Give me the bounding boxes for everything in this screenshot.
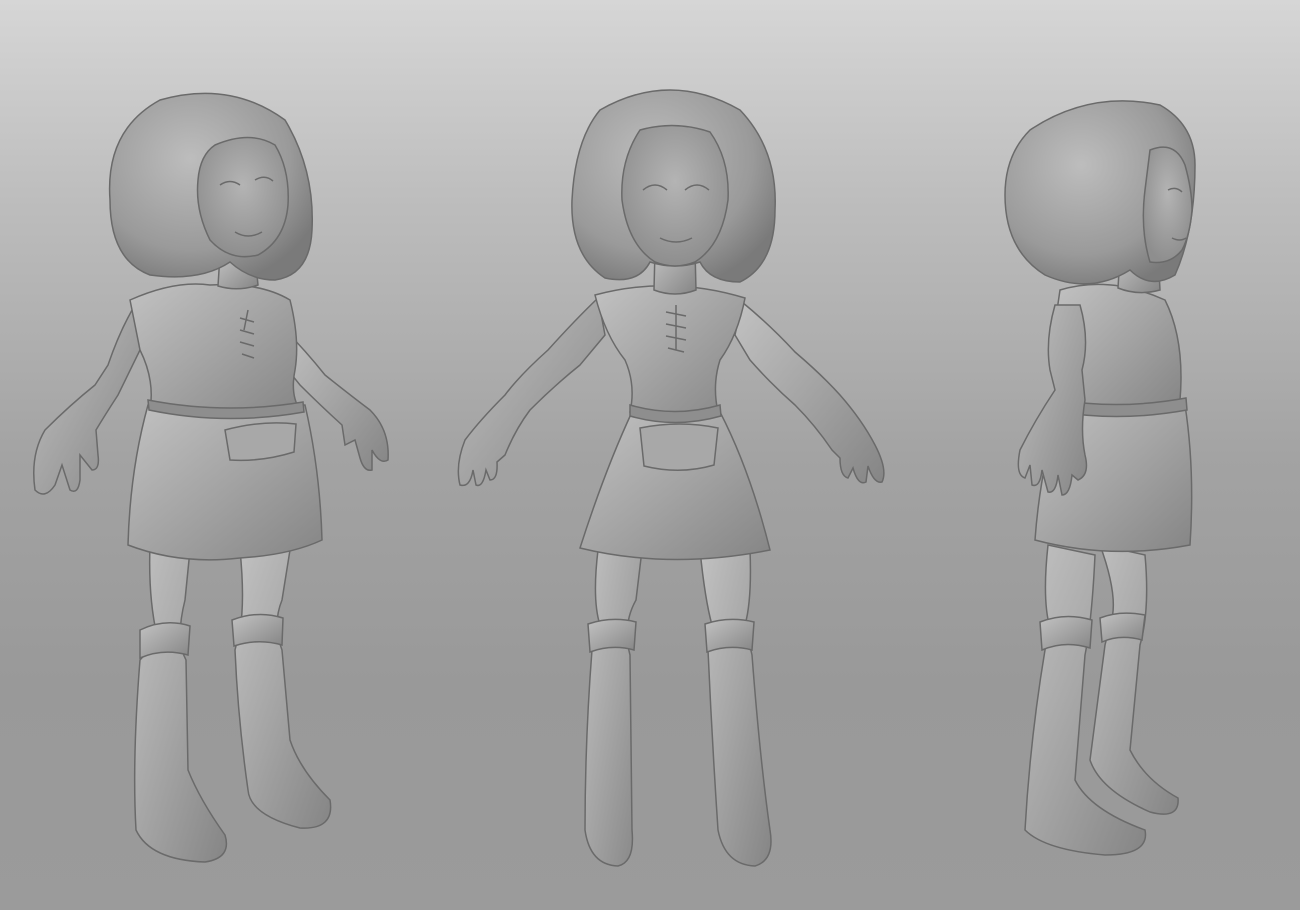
left-arm: [33, 302, 141, 495]
side-arm: [1017, 304, 1088, 496]
front-face: [621, 124, 729, 267]
three-quarter-torso: [129, 283, 302, 419]
right-leg: [234, 549, 332, 829]
right-boot-cuff: [231, 613, 284, 648]
front-figure: [457, 89, 885, 867]
front-torso: [594, 284, 746, 420]
side-back-boot-cuff: [1099, 612, 1146, 644]
front-left-leg: [584, 549, 643, 867]
front-right-leg: [699, 549, 772, 867]
front-left-arm: [457, 296, 606, 487]
side-figure: [1004, 100, 1196, 856]
front-pouch: [639, 423, 719, 471]
side-back-leg: [1089, 543, 1179, 815]
render-viewport: [0, 0, 1300, 910]
side-face: [1142, 146, 1193, 264]
three-quarter-figure: [33, 92, 389, 863]
turnaround-scene: [33, 89, 1196, 867]
three-quarter-face: [196, 136, 289, 258]
front-right-arm: [734, 300, 885, 484]
front-left-boot-cuff: [587, 618, 637, 654]
side-front-boot-cuff: [1039, 615, 1093, 652]
left-boot-cuff: [139, 622, 191, 660]
left-leg: [133, 544, 228, 863]
front-right-boot-cuff: [704, 618, 755, 654]
three-quarter-pouch: [224, 422, 297, 462]
